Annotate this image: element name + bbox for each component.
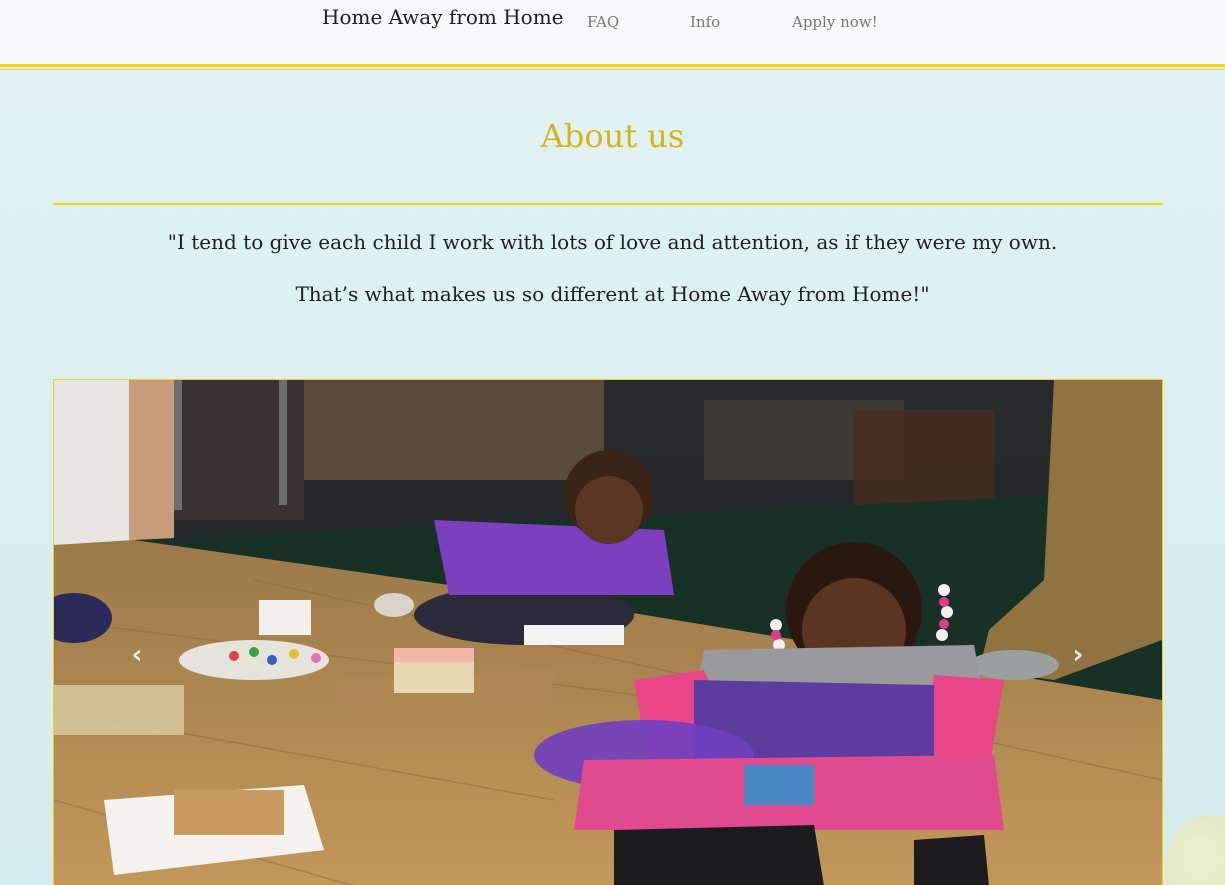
chevron-left-icon: ‹ [131, 640, 143, 670]
top-navbar: Home Away from Home FAQ Info Apply now! [0, 0, 1225, 70]
nav-link-info[interactable]: Info [690, 13, 720, 31]
quote-line-2: That’s what makes us so different at Hom… [295, 282, 930, 306]
brand-link[interactable]: Home Away from Home [322, 5, 564, 29]
carousel-photo [54, 380, 1162, 885]
photo-carousel[interactable] [53, 379, 1163, 885]
page-heading: About us [540, 117, 685, 155]
nav-link-faq[interactable]: FAQ [587, 13, 619, 31]
chevron-right-icon: › [1072, 640, 1084, 670]
quote-line-1: "I tend to give each child I work with l… [167, 230, 1058, 254]
carousel-next-button[interactable]: › [1058, 630, 1098, 680]
heading-divider [53, 203, 1163, 205]
nav-link-apply-now[interactable]: Apply now! [792, 13, 878, 31]
carousel-prev-button[interactable]: ‹ [117, 630, 157, 680]
decorative-blob [1165, 815, 1225, 885]
